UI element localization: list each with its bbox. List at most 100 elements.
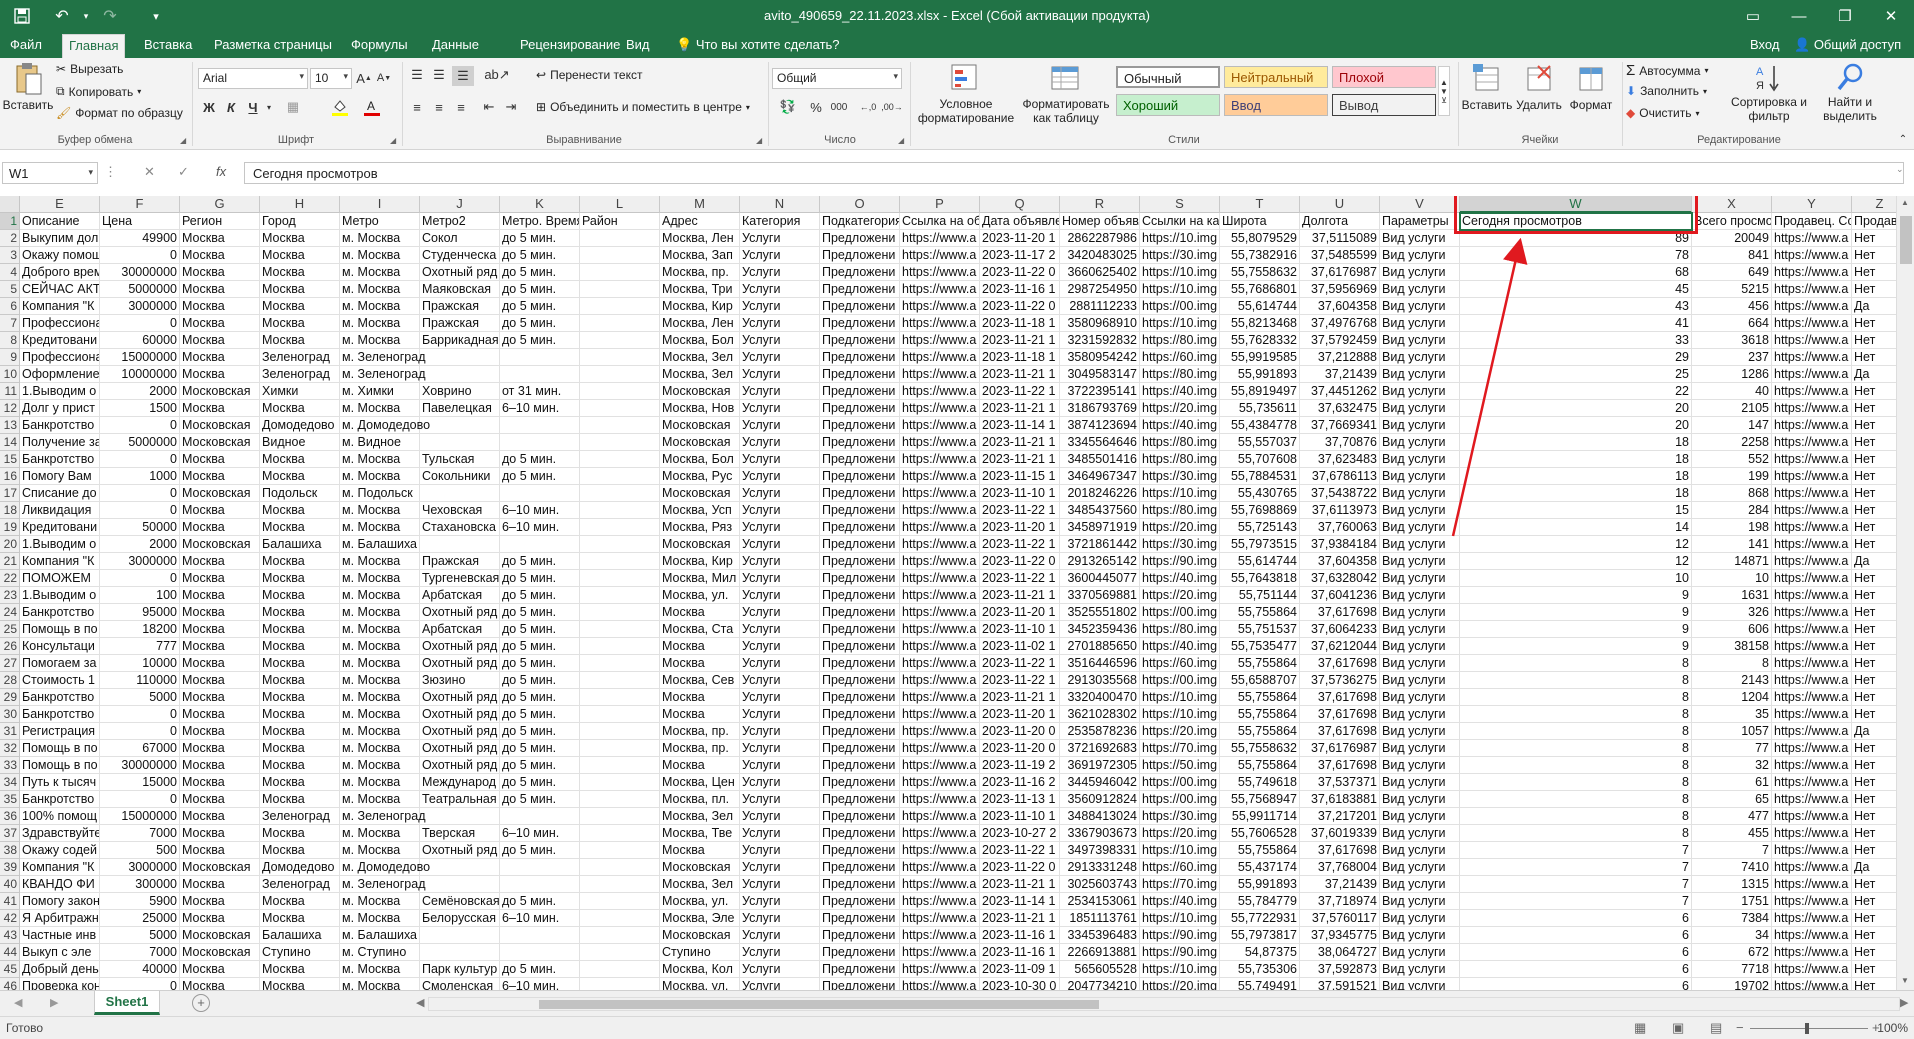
cell-G27[interactable]: Москва (180, 655, 260, 672)
cell-Y21[interactable]: https://www.a (1772, 553, 1852, 570)
cell-V25[interactable]: Вид услуги (1380, 621, 1460, 638)
alignment-launcher-icon[interactable]: ◢ (756, 136, 762, 145)
cell-O29[interactable]: Предложени (820, 689, 900, 706)
cell-N34[interactable]: Услуги (740, 774, 820, 791)
cell-K9[interactable] (500, 349, 580, 366)
cell-U18[interactable]: 37,6113973 (1300, 502, 1380, 519)
format-as-table-button[interactable]: Форматировать как таблицу (1020, 62, 1112, 125)
cell-S42[interactable]: https://10.img (1140, 910, 1220, 927)
cell-W2[interactable]: 89 (1460, 230, 1692, 247)
expand-formula-icon[interactable]: ⌄ (1896, 164, 1904, 175)
cell-R46[interactable]: 2047734210 (1060, 978, 1140, 990)
align-middle-icon[interactable]: ☰ (430, 66, 448, 84)
cell-Y24[interactable]: https://www.a (1772, 604, 1852, 621)
cell-G15[interactable]: Москва (180, 451, 260, 468)
cell-V32[interactable]: Вид услуги (1380, 740, 1460, 757)
cell-M44[interactable]: Ступино (660, 944, 740, 961)
cell-W5[interactable]: 45 (1460, 281, 1692, 298)
cell-F26[interactable]: 777 (100, 638, 180, 655)
cell-T7[interactable]: 55,8213468 (1220, 315, 1300, 332)
cell-Q31[interactable]: 2023-11-20 0 (980, 723, 1060, 740)
cell-O40[interactable]: Предложени (820, 876, 900, 893)
cell-M19[interactable]: Москва, Ряз (660, 519, 740, 536)
cell-H41[interactable]: Москва (260, 893, 340, 910)
cell-H44[interactable]: Ступино (260, 944, 340, 961)
cell-F43[interactable]: 5000 (100, 927, 180, 944)
column-header-Y[interactable]: Y (1772, 196, 1852, 213)
cell-R1[interactable]: Номер объявления (1060, 213, 1140, 230)
cell-E43[interactable]: Частные инв (20, 927, 100, 944)
cell-G34[interactable]: Москва (180, 774, 260, 791)
cell-G30[interactable]: Москва (180, 706, 260, 723)
cell-J35[interactable]: Театральная (420, 791, 500, 808)
cell-P45[interactable]: https://www.a (900, 961, 980, 978)
cell-J45[interactable]: Парк культур (420, 961, 500, 978)
cell-K26[interactable]: до 5 мин. (500, 638, 580, 655)
cell-T17[interactable]: 55,430765 (1220, 485, 1300, 502)
cell-L32[interactable] (580, 740, 660, 757)
increase-indent-icon[interactable]: ⇥ (502, 98, 520, 116)
cell-F19[interactable]: 50000 (100, 519, 180, 536)
cell-G4[interactable]: Москва (180, 264, 260, 281)
cell-Q36[interactable]: 2023-11-10 1 (980, 808, 1060, 825)
normal-view-icon[interactable]: ▦ (1634, 1020, 1646, 1036)
cell-I30[interactable]: м. Москва (340, 706, 420, 723)
cell-Q20[interactable]: 2023-11-22 1 (980, 536, 1060, 553)
cell-Z3[interactable]: Нет (1852, 247, 1896, 264)
add-sheet-icon[interactable]: + (192, 994, 210, 1012)
cell-E33[interactable]: Помощь в по (20, 757, 100, 774)
cell-X8[interactable]: 3618 (1692, 332, 1772, 349)
cell-Y4[interactable]: https://www.a (1772, 264, 1852, 281)
cell-E30[interactable]: Банкротство (20, 706, 100, 723)
cell-E21[interactable]: Компания "К (20, 553, 100, 570)
cell-I34[interactable]: м. Москва (340, 774, 420, 791)
cell-J39[interactable] (420, 859, 500, 876)
cell-I1[interactable]: Метро (340, 213, 420, 230)
cell-R24[interactable]: 3525551802 (1060, 604, 1140, 621)
cell-P26[interactable]: https://www.a (900, 638, 980, 655)
cell-I27[interactable]: м. Москва (340, 655, 420, 672)
cell-L20[interactable] (580, 536, 660, 553)
cell-F6[interactable]: 3000000 (100, 298, 180, 315)
cell-G46[interactable]: Москва (180, 978, 260, 990)
cell-Z30[interactable]: Нет (1852, 706, 1896, 723)
cell-X13[interactable]: 147 (1692, 417, 1772, 434)
decrease-indent-icon[interactable]: ⇤ (480, 98, 498, 116)
cell-U30[interactable]: 37,617698 (1300, 706, 1380, 723)
cell-W10[interactable]: 25 (1460, 366, 1692, 383)
cell-F5[interactable]: 5000000 (100, 281, 180, 298)
cell-H46[interactable]: Москва (260, 978, 340, 990)
cell-Y35[interactable]: https://www.a (1772, 791, 1852, 808)
cell-Z1[interactable]: Продавец (1852, 213, 1896, 230)
cell-N43[interactable]: Услуги (740, 927, 820, 944)
cell-K13[interactable] (500, 417, 580, 434)
cell-W36[interactable]: 8 (1460, 808, 1692, 825)
cell-X31[interactable]: 1057 (1692, 723, 1772, 740)
cell-M34[interactable]: Москва, Цен (660, 774, 740, 791)
cell-G16[interactable]: Москва (180, 468, 260, 485)
cell-O10[interactable]: Предложени (820, 366, 900, 383)
cell-Z28[interactable]: Нет (1852, 672, 1896, 689)
cell-Q32[interactable]: 2023-11-20 0 (980, 740, 1060, 757)
cell-M21[interactable]: Москва, Кир (660, 553, 740, 570)
cell-F21[interactable]: 3000000 (100, 553, 180, 570)
cell-E4[interactable]: Доброго врем (20, 264, 100, 281)
cell-X43[interactable]: 34 (1692, 927, 1772, 944)
font-color-icon[interactable]: A (362, 98, 382, 116)
cell-U2[interactable]: 37,5115089 (1300, 230, 1380, 247)
column-header-K[interactable]: K (500, 196, 580, 213)
cell-G43[interactable]: Московская (180, 927, 260, 944)
cell-T45[interactable]: 55,735306 (1220, 961, 1300, 978)
cell-E34[interactable]: Путь к тысяч (20, 774, 100, 791)
row-header-15[interactable]: 15 (0, 451, 20, 468)
cell-Q29[interactable]: 2023-11-21 1 (980, 689, 1060, 706)
cell-S24[interactable]: https://00.img (1140, 604, 1220, 621)
cell-Z44[interactable]: Нет (1852, 944, 1896, 961)
align-top-icon[interactable]: ☰ (408, 66, 426, 84)
cell-M1[interactable]: Адрес (660, 213, 740, 230)
scroll-down-icon[interactable]: ▼ (1901, 976, 1909, 985)
styles-gallery-scroll[interactable]: ▲ ▼ ⊻ (1438, 66, 1450, 116)
cell-Q11[interactable]: 2023-11-22 1 (980, 383, 1060, 400)
zoom-slider-knob[interactable] (1805, 1023, 1809, 1034)
cell-R29[interactable]: 3320400470 (1060, 689, 1140, 706)
